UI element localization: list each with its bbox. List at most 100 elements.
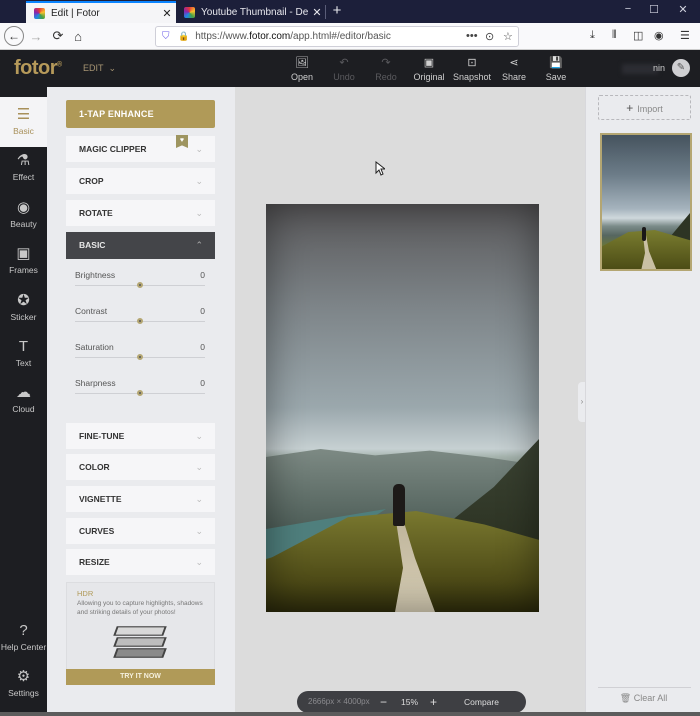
url-text[interactable]: https://www.fotor.com/app.html#/editor/b… — [195, 31, 391, 42]
zoom-out-button[interactable]: − — [380, 691, 387, 713]
sidebar-item-basic[interactable]: ☰ Basic — [0, 97, 47, 147]
slider-value: 0 — [200, 378, 205, 388]
sidebar-item-help-center[interactable]: ? Help Center — [0, 613, 47, 663]
library-icon[interactable]: ⫴ — [612, 29, 617, 42]
mouse-cursor-icon — [375, 161, 385, 176]
compare-button[interactable]: Compare — [464, 691, 499, 713]
section-fine-tune[interactable]: FINE-TUNE ⌄ — [66, 423, 215, 449]
mode-dropdown[interactable]: EDIT ⌄ — [83, 63, 116, 74]
user-avatar[interactable]: ✎ — [672, 59, 690, 77]
downloads-icon[interactable]: ⤓ — [590, 29, 595, 42]
frame-icon: ▣ — [16, 245, 31, 262]
zoom-control-bar: 2666px × 4000px − 15% + Compare — [297, 691, 526, 713]
hdr-title: HDR — [77, 589, 94, 598]
text-icon: T — [18, 338, 29, 355]
slider-label: Saturation — [75, 342, 114, 352]
hdr-layers-icon — [113, 623, 170, 663]
tracking-shield-icon[interactable]: ⛉ — [162, 31, 172, 42]
section-crop[interactable]: CROP ⌄ — [66, 168, 215, 194]
plus-icon: + — [626, 101, 634, 115]
tab-edit-fotor[interactable]: Edit | Fotor ✕ — [26, 1, 176, 23]
share-button[interactable]: ⋖ Share — [493, 56, 535, 82]
sidebar-item-effect[interactable]: ⚗ Effect — [0, 143, 47, 193]
chevron-down-icon: ⌄ — [195, 494, 203, 504]
edited-photo[interactable] — [266, 204, 539, 612]
hamburger-menu-icon[interactable]: ☰ — [680, 29, 690, 42]
original-button[interactable]: ▣ Original — [408, 56, 450, 82]
save-button[interactable]: 💾 Save — [535, 56, 577, 82]
chevron-down-icon: ⌄ — [195, 462, 203, 472]
maximize-button[interactable]: ☐ — [644, 3, 664, 16]
close-tab-icon[interactable]: ✕ — [308, 6, 326, 19]
sidebar-item-settings[interactable]: ⚙ Settings — [0, 659, 47, 709]
premium-badge-icon: ♥ — [176, 135, 188, 148]
hdr-description: Allowing you to capture highlights, shad… — [77, 600, 203, 616]
gear-icon: ⚙ — [16, 668, 31, 685]
one-tap-enhance-button[interactable]: 1-TAP ENHANCE — [66, 100, 215, 128]
sidebar-item-cloud[interactable]: ☁ Cloud — [0, 375, 47, 425]
snapshot-button[interactable]: ⊡ Snapshot — [451, 56, 493, 82]
section-rotate[interactable]: ROTATE ⌄ — [66, 200, 215, 226]
section-color[interactable]: COLOR ⌄ — [66, 454, 215, 480]
redo-button[interactable]: ↷ Redo — [365, 56, 407, 82]
tab-youtube-thumbnail[interactable]: Youtube Thumbnail - Design | ✕ — [176, 1, 326, 23]
chevron-down-icon: ⌄ — [108, 63, 117, 73]
feature-sidebar: ☰ Basic ⚗ Effect ◉ Beauty ▣ Frames ✪ Sticker … — [0, 87, 47, 716]
close-window-button[interactable]: ✕ — [673, 3, 693, 16]
address-bar[interactable]: ⛉ 🔒 https://www.fotor.com/app.html#/edit… — [155, 26, 519, 47]
clear-all-button[interactable]: 🗑 Clear All — [586, 693, 700, 704]
username[interactable]: nin — [653, 63, 665, 73]
sidebar-item-frames[interactable]: ▣ Frames — [0, 236, 47, 286]
window-bottom-edge — [0, 712, 700, 716]
section-basic[interactable]: BASIC ⌃ — [66, 232, 215, 259]
open-button[interactable]: 🖼 Open — [281, 56, 323, 82]
chevron-down-icon: ⌄ — [195, 144, 203, 154]
image-thumbnail[interactable] — [600, 133, 692, 271]
undo-icon: ↶ — [339, 57, 349, 69]
bookmark-star-icon[interactable]: ☆ — [503, 30, 513, 43]
section-curves[interactable]: CURVES ⌄ — [66, 518, 215, 544]
contrast-slider-thumb[interactable] — [137, 318, 143, 324]
image-library-panel: + Import 🗑 Clear All — [585, 87, 700, 716]
sidebar-toggle-icon[interactable]: ◫ — [633, 29, 643, 42]
fotor-favicon-icon — [184, 6, 195, 18]
import-button[interactable]: + Import — [598, 95, 691, 120]
open-image-icon: 🖼 — [295, 57, 309, 69]
account-icon[interactable]: ◉ — [654, 29, 664, 42]
fotor-logo[interactable]: fotor® — [14, 57, 62, 80]
page-actions-icon[interactable]: ••• — [466, 30, 478, 42]
section-resize[interactable]: RESIZE ⌄ — [66, 549, 215, 575]
sidebar-item-sticker[interactable]: ✪ Sticker — [0, 283, 47, 333]
trash-icon: 🗑 — [619, 693, 632, 703]
chevron-down-icon: ⌄ — [195, 557, 203, 567]
zoom-in-button[interactable]: + — [430, 691, 437, 713]
sharpness-slider-thumb[interactable] — [137, 390, 143, 396]
lock-icon[interactable]: 🔒 — [178, 31, 189, 42]
saturation-slider-thumb[interactable] — [137, 354, 143, 360]
brightness-slider-thumb[interactable] — [137, 282, 143, 288]
chevron-down-icon: ⌄ — [195, 431, 203, 441]
forward-button[interactable]: → — [26, 26, 46, 46]
thumb-hiker — [642, 227, 646, 241]
close-tab-icon[interactable]: ✕ — [158, 7, 176, 20]
new-tab-button[interactable]: + — [330, 2, 344, 19]
section-magic-clipper[interactable]: MAGIC CLIPPER ♥ ⌄ — [66, 135, 215, 162]
sidebar-item-beauty[interactable]: ◉ Beauty — [0, 190, 47, 240]
pocket-icon[interactable]: ⊙ — [485, 30, 494, 43]
chevron-down-icon: ⌄ — [195, 526, 203, 536]
sharpness-slider-row: Sharpness 0 — [75, 378, 205, 408]
contrast-slider-row: Contrast 0 — [75, 306, 205, 336]
section-vignette[interactable]: VIGNETTE ⌄ — [66, 486, 215, 512]
slider-value: 0 — [200, 342, 205, 352]
reload-button[interactable]: ⟳ — [48, 26, 68, 46]
try-it-now-button[interactable]: TRY IT NOW — [66, 669, 215, 685]
undo-button[interactable]: ↶ Undo — [323, 56, 365, 82]
sidebar-item-text[interactable]: T Text — [0, 329, 47, 379]
minimize-button[interactable]: − — [618, 3, 638, 15]
back-button[interactable]: ← — [4, 26, 24, 46]
brightness-slider-row: Brightness 0 — [75, 270, 205, 300]
tab-separator — [325, 5, 326, 19]
home-button[interactable]: ⌂ — [68, 26, 88, 46]
chevron-down-icon: ⌄ — [195, 208, 203, 218]
tab-title: Edit | Fotor — [51, 7, 100, 19]
